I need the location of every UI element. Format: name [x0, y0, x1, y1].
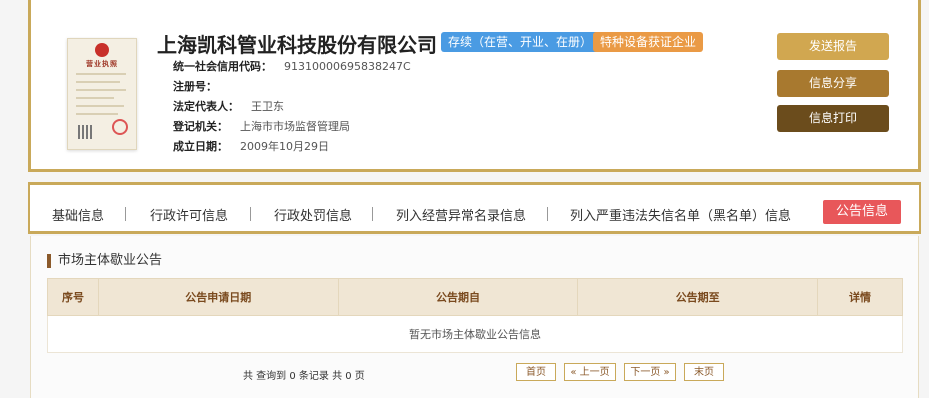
tab-announcement-info[interactable]: 公告信息: [823, 200, 901, 224]
next-page-button[interactable]: 下一页 »: [624, 363, 676, 381]
tab-abnormal-operation-list[interactable]: 列入经营异常名录信息: [396, 205, 526, 224]
info-label: 登记机关：: [173, 120, 228, 133]
info-value: 上海市市场监督管理局: [240, 120, 350, 133]
info-value: 91310000695838247C: [284, 60, 411, 73]
info-label: 统一社会信用代码：: [173, 60, 272, 73]
tab-separator: [250, 207, 251, 221]
first-page-button[interactable]: 首页: [516, 363, 556, 381]
pagination-summary: 共 查询到 0 条记录 共 0 页: [243, 371, 365, 382]
license-text-line: [76, 81, 120, 83]
info-registration-authority: 登记机关： 上海市市场监督管理局: [173, 118, 350, 134]
tab-separator: [547, 207, 548, 221]
tab-basic-info[interactable]: 基础信息: [52, 205, 104, 224]
tab-serious-violation-blacklist[interactable]: 列入严重违法失信名单（黑名单）信息: [570, 205, 791, 224]
empty-state-message: 暂无市场主体歇业公告信息: [47, 315, 903, 353]
table-empty-row: 暂无市场主体歇业公告信息: [47, 315, 903, 353]
announcement-table: 序号 公告申请日期 公告期自 公告期至 详情 暂无市场主体歇业公告信息: [47, 278, 903, 353]
official-seal-icon: [112, 119, 128, 135]
column-header-apply-date: 公告申请日期: [97, 278, 339, 316]
company-name: 上海凯科管业科技股份有限公司: [157, 33, 437, 57]
info-credit-code: 统一社会信用代码： 91310000695838247C: [173, 58, 411, 74]
previous-page-button[interactable]: « 上一页: [564, 363, 616, 381]
info-label: 注册号：: [173, 80, 217, 93]
business-license-image[interactable]: 营业执照: [67, 38, 137, 150]
license-text-line: [76, 105, 124, 107]
license-text-line: [76, 89, 126, 91]
license-text-line: [76, 97, 114, 99]
qr-code-icon: [78, 125, 92, 139]
section-title: 市场主体歇业公告: [47, 254, 162, 268]
tab-separator: [125, 207, 126, 221]
tab-separator: [372, 207, 373, 221]
send-report-button[interactable]: 发送报告: [777, 33, 889, 60]
share-info-button[interactable]: 信息分享: [777, 70, 889, 97]
tab-administrative-license[interactable]: 行政许可信息: [150, 205, 228, 224]
last-page-button[interactable]: 末页: [684, 363, 724, 381]
license-text-line: [76, 73, 126, 75]
status-badge: 存续（在营、开业、在册）: [441, 32, 600, 52]
column-header-details: 详情: [817, 278, 903, 316]
print-info-button[interactable]: 信息打印: [777, 105, 889, 132]
announcement-panel: 市场主体歇业公告 序号 公告申请日期 公告期自 公告期至 详情 暂无市场主体歇业…: [30, 236, 919, 398]
info-registration-number: 注册号：: [173, 78, 229, 94]
info-value: 2009年10月29日: [240, 140, 329, 153]
special-equipment-badge: 特种设备获证企业: [593, 32, 704, 52]
column-header-period-start: 公告期自: [337, 278, 579, 316]
company-card: 营业执照 上海凯科管业科技股份有限公司 存续（在营、开业、在册） 特种设备获证企…: [28, 0, 921, 172]
national-emblem-icon: [95, 43, 109, 57]
column-header-period-end: 公告期至: [577, 278, 819, 316]
info-label: 成立日期：: [173, 140, 228, 153]
column-header-index: 序号: [47, 278, 99, 316]
info-label: 法定代表人：: [173, 100, 239, 113]
info-value: 王卫东: [251, 100, 284, 113]
table-header-row: 序号 公告申请日期 公告期自 公告期至 详情: [47, 278, 903, 316]
info-tab-bar: 基础信息 行政许可信息 行政处罚信息 列入经营异常名录信息 列入严重违法失信名单…: [28, 182, 921, 234]
license-text-line: [76, 113, 118, 115]
info-legal-representative: 法定代表人： 王卫东: [173, 98, 284, 114]
license-title: 营业执照: [86, 60, 118, 68]
info-establishment-date: 成立日期： 2009年10月29日: [173, 138, 329, 154]
tab-administrative-penalty[interactable]: 行政处罚信息: [274, 205, 352, 224]
